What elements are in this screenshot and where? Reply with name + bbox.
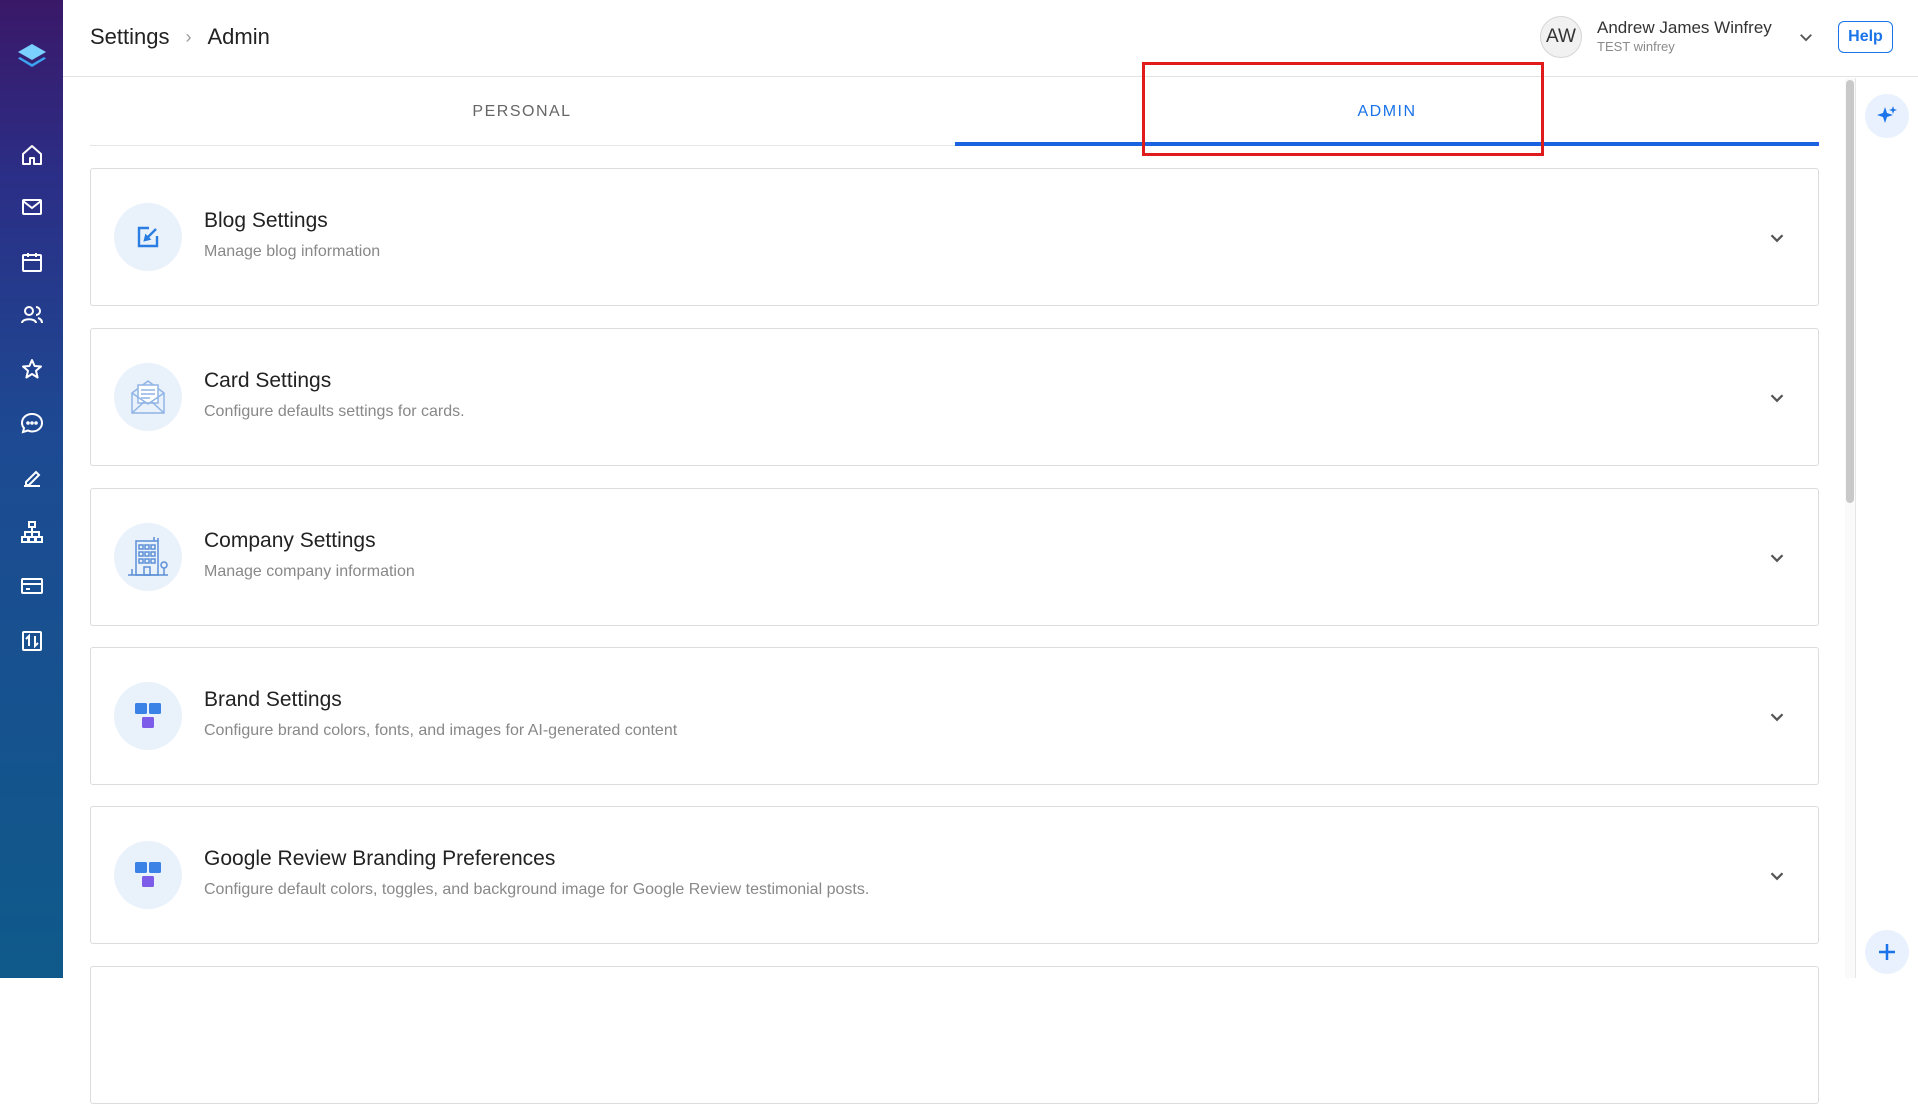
breadcrumb-settings[interactable]: Settings <box>90 24 170 50</box>
card-description: Manage blog information <box>204 243 381 260</box>
tab-admin[interactable]: ADMIN <box>955 78 1819 146</box>
settings-card-brand[interactable]: Brand Settings Configure brand colors, f… <box>90 647 1819 785</box>
help-button[interactable]: Help <box>1838 21 1893 53</box>
edit-square-icon <box>114 203 182 271</box>
settings-card-google-review[interactable]: Google Review Branding Preferences Confi… <box>90 806 1819 944</box>
tab-personal[interactable]: PERSONAL <box>90 78 954 146</box>
avatar[interactable]: AW <box>1540 16 1582 58</box>
chevron-down-icon[interactable] <box>1766 865 1788 887</box>
mail-icon[interactable] <box>0 185 63 229</box>
side-navigation <box>0 0 63 978</box>
contacts-icon[interactable] <box>0 293 63 337</box>
user-name: Andrew James Winfrey <box>1597 18 1772 37</box>
card-description: Configure brand colors, fonts, and image… <box>204 722 678 739</box>
chevron-down-icon[interactable] <box>1766 547 1788 569</box>
settings-card-company[interactable]: Company Settings Manage company informat… <box>90 488 1819 626</box>
active-tab-indicator <box>955 142 1819 146</box>
card-icon[interactable] <box>0 564 63 608</box>
card-description: Configure defaults settings for cards. <box>204 403 465 420</box>
chevron-down-icon[interactable] <box>1797 28 1815 46</box>
org-chart-icon[interactable] <box>0 510 63 554</box>
breadcrumb: Settings › Admin <box>90 24 270 50</box>
envelope-letter-icon <box>114 363 182 431</box>
chevron-down-icon[interactable] <box>1766 387 1788 409</box>
card-title: Blog Settings <box>204 209 328 232</box>
card-title: Brand Settings <box>204 688 342 711</box>
plus-icon <box>1879 944 1895 960</box>
right-rail <box>1855 78 1918 978</box>
chevron-down-icon[interactable] <box>1766 227 1788 249</box>
settings-card-blog[interactable]: Blog Settings Manage blog information <box>90 168 1819 306</box>
chat-icon[interactable] <box>0 401 63 445</box>
settings-tabs: PERSONAL ADMIN <box>90 78 1819 146</box>
app-logo-icon[interactable] <box>16 40 48 72</box>
card-description: Configure default colors, toggles, and b… <box>204 881 870 898</box>
card-title: Card Settings <box>204 369 332 392</box>
breadcrumb-separator-icon: › <box>185 26 192 47</box>
ai-sparkle-button[interactable] <box>1865 94 1909 138</box>
brand-blocks-icon <box>114 841 182 909</box>
star-icon[interactable] <box>0 347 63 391</box>
card-title: Company Settings <box>204 529 376 552</box>
settings-card-partial[interactable] <box>90 966 1819 1104</box>
chevron-down-icon[interactable] <box>1766 706 1788 728</box>
transfer-icon[interactable] <box>0 619 63 663</box>
calendar-icon[interactable] <box>0 240 63 284</box>
brand-blocks-icon <box>114 682 182 750</box>
breadcrumb-current: Admin <box>207 24 270 49</box>
sparkle-icon <box>1877 106 1897 123</box>
top-header: Settings › Admin AW Andrew James Winfrey… <box>63 0 1918 77</box>
building-icon <box>114 523 182 591</box>
edit-icon[interactable] <box>0 456 63 500</box>
user-subtitle: TEST winfrey <box>1597 39 1675 54</box>
home-icon[interactable] <box>0 133 63 177</box>
settings-card-card[interactable]: Card Settings Configure defaults setting… <box>90 328 1819 466</box>
card-title: Google Review Branding Preferences <box>204 847 556 870</box>
add-button[interactable] <box>1865 930 1909 974</box>
scrollbar-thumb[interactable] <box>1846 80 1854 503</box>
card-description: Manage company information <box>204 563 415 580</box>
